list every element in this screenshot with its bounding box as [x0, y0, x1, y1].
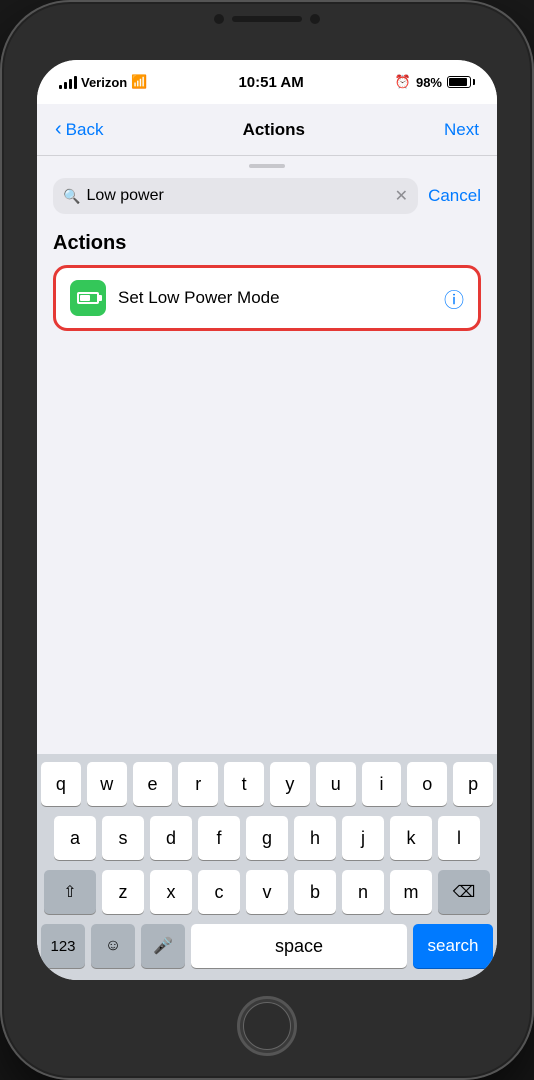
key-k[interactable]: k [390, 816, 432, 860]
key-w[interactable]: w [87, 762, 127, 806]
key-g[interactable]: g [246, 816, 288, 860]
handle-bar [249, 164, 285, 168]
camera-area [214, 14, 320, 24]
key-n[interactable]: n [342, 870, 384, 914]
battery-tip [473, 79, 475, 85]
battery-body [447, 76, 471, 88]
keyboard-row-1: q w e r t y u i o p [41, 762, 493, 806]
action-icon-wrapper [70, 280, 106, 316]
search-input[interactable]: Low power [86, 187, 388, 205]
actions-section: Actions Set Low Power Mode ⓘ [37, 224, 497, 337]
action-label: Set Low Power Mode [118, 288, 432, 308]
signal-bars [59, 76, 77, 89]
search-icon: 🔍 [63, 188, 80, 205]
next-button[interactable]: Next [444, 120, 479, 140]
phone-shell: Verizon 📶 10:51 AM ⏰ 98% ‹ Back [0, 0, 534, 1080]
key-d[interactable]: d [150, 816, 192, 860]
actions-heading: Actions [53, 232, 481, 255]
signal-bar-2 [64, 82, 67, 89]
status-time: 10:51 AM [238, 74, 303, 91]
speaker-slot [232, 16, 302, 22]
sheet-handle [37, 156, 497, 174]
keyboard-bottom-row: 123 ☺ 🎤 space search [41, 924, 493, 968]
key-o[interactable]: o [407, 762, 447, 806]
numbers-key[interactable]: 123 [41, 924, 85, 968]
key-j[interactable]: j [342, 816, 384, 860]
keyboard-row-3: ⇧ z x c v b n m ⌫ [41, 870, 493, 914]
wifi-icon: 📶 [131, 74, 147, 90]
key-y[interactable]: y [270, 762, 310, 806]
chevron-left-icon: ‹ [55, 118, 62, 141]
battery-action-icon [77, 292, 99, 304]
key-s[interactable]: s [102, 816, 144, 860]
battery-icon [447, 76, 475, 88]
key-p[interactable]: p [453, 762, 493, 806]
info-icon[interactable]: ⓘ [444, 284, 464, 313]
backspace-key[interactable]: ⌫ [438, 870, 490, 914]
search-button[interactable]: search [413, 924, 493, 968]
search-bar[interactable]: 🔍 Low power ✕ [53, 178, 418, 214]
signal-bar-1 [59, 85, 62, 89]
status-right: ⏰ 98% [395, 74, 475, 90]
battery-action-fill [80, 295, 90, 301]
space-key[interactable]: space [191, 924, 407, 968]
screen: Verizon 📶 10:51 AM ⏰ 98% ‹ Back [37, 60, 497, 980]
key-u[interactable]: u [316, 762, 356, 806]
mic-key[interactable]: 🎤 [141, 924, 185, 968]
key-c[interactable]: c [198, 870, 240, 914]
key-f[interactable]: f [198, 816, 240, 860]
status-left: Verizon 📶 [59, 74, 147, 90]
nav-title: Actions [243, 120, 305, 140]
key-b[interactable]: b [294, 870, 336, 914]
alarm-icon: ⏰ [395, 74, 411, 90]
set-low-power-mode-row[interactable]: Set Low Power Mode ⓘ [53, 265, 481, 331]
home-button[interactable] [237, 996, 297, 1056]
key-e[interactable]: e [133, 762, 173, 806]
key-q[interactable]: q [41, 762, 81, 806]
key-l[interactable]: l [438, 816, 480, 860]
key-r[interactable]: r [178, 762, 218, 806]
battery-percent: 98% [416, 75, 442, 90]
key-z[interactable]: z [102, 870, 144, 914]
key-h[interactable]: h [294, 816, 336, 860]
key-x[interactable]: x [150, 870, 192, 914]
search-container: 🔍 Low power ✕ Cancel [37, 174, 497, 224]
search-clear-icon[interactable]: ✕ [395, 186, 408, 206]
keyboard: q w e r t y u i o p a s d f g h j k [37, 754, 497, 980]
back-label: Back [66, 120, 104, 140]
home-inner [243, 1002, 291, 1050]
key-v[interactable]: v [246, 870, 288, 914]
key-a[interactable]: a [54, 816, 96, 860]
camera-dot [214, 14, 224, 24]
shift-key[interactable]: ⇧ [44, 870, 96, 914]
key-t[interactable]: t [224, 762, 264, 806]
carrier-name: Verizon [81, 75, 127, 90]
emoji-key[interactable]: ☺ [91, 924, 135, 968]
nav-bar: ‹ Back Actions Next [37, 104, 497, 156]
battery-fill [449, 78, 467, 86]
signal-bar-3 [69, 79, 72, 89]
signal-bar-4 [74, 76, 77, 89]
sensor-dot [310, 14, 320, 24]
content-area: 🔍 Low power ✕ Cancel Actions Set Low Pow [37, 156, 497, 754]
back-button[interactable]: ‹ Back [55, 118, 103, 141]
key-i[interactable]: i [362, 762, 402, 806]
status-bar: Verizon 📶 10:51 AM ⏰ 98% [37, 60, 497, 104]
keyboard-row-2: a s d f g h j k l [41, 816, 493, 860]
search-cancel-button[interactable]: Cancel [428, 186, 481, 206]
key-m[interactable]: m [390, 870, 432, 914]
